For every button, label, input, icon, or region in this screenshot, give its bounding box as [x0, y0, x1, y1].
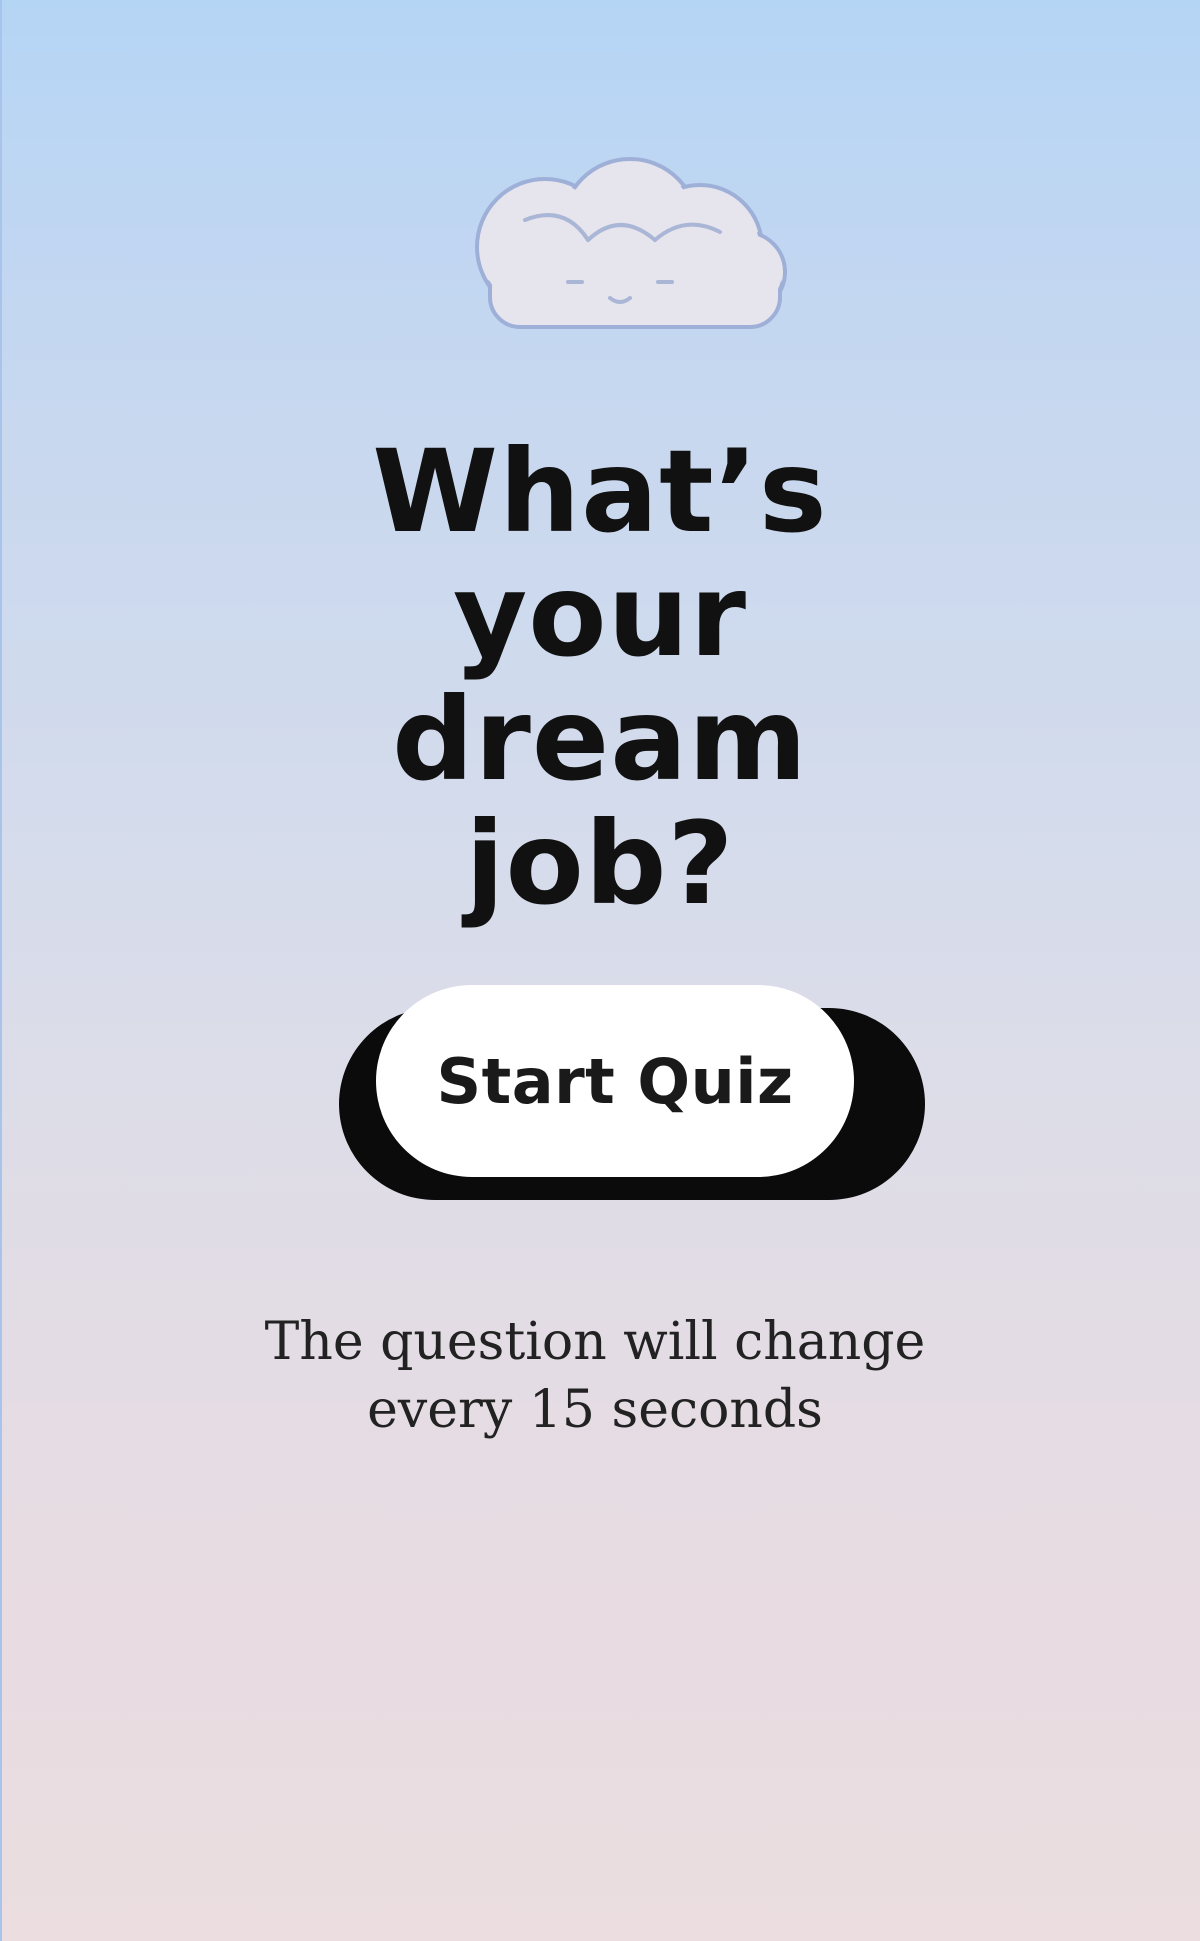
- timer-note-line: The question will change: [264, 1312, 926, 1372]
- title-line: your: [452, 549, 747, 682]
- page-title: What’s your dream job?: [0, 430, 1200, 926]
- start-quiz-button[interactable]: Start Quiz: [376, 985, 854, 1177]
- sleeping-cloud-icon: [470, 152, 800, 352]
- left-edge-line: [0, 0, 2, 1941]
- title-line: job?: [465, 797, 735, 930]
- timer-note-line: every 15 seconds: [367, 1380, 823, 1440]
- title-line: What’s: [372, 425, 828, 558]
- title-line: dream: [392, 673, 808, 806]
- start-quiz-label: Start Quiz: [436, 1044, 794, 1118]
- timer-note: The question will change every 15 second…: [0, 1308, 1190, 1444]
